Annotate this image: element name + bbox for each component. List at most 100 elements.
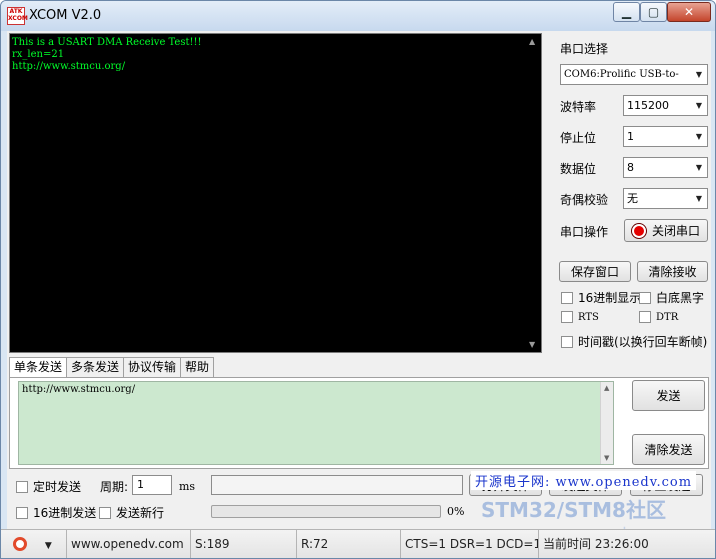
databits-combo[interactable]: 8 ▼	[623, 157, 708, 178]
receive-line: This is a USART DMA Receive Test!!!	[12, 37, 202, 48]
send-mode-tabs: 单条发送 多条发送 协议传输 帮助	[9, 357, 215, 378]
status-signals: CTS=1 DSR=1 DCD=1	[401, 530, 539, 558]
port-status-led-icon	[631, 223, 646, 238]
receive-scrollbar[interactable]: ▲ ▼	[526, 34, 541, 352]
white-bg-label: 白底黑字	[656, 291, 705, 305]
minimize-icon: ▁	[621, 5, 632, 19]
tab-multi-send[interactable]: 多条发送	[66, 357, 125, 377]
save-window-button[interactable]: 保存窗口	[559, 261, 631, 282]
tab-help[interactable]: 帮助	[180, 357, 215, 377]
checkbox-box[interactable]	[99, 506, 111, 519]
close-icon: ✕	[683, 5, 695, 19]
watermark-text: 开源电子网: www.openedv.com	[471, 471, 697, 490]
port-select-label: 串口选择	[560, 42, 609, 56]
status-sent-count: S:189	[191, 530, 297, 558]
chevron-down-icon: ▼	[691, 127, 707, 146]
chevron-down-icon: ▼	[691, 96, 707, 115]
progress-percent: 0%	[447, 505, 465, 518]
clear-send-button[interactable]: 清除发送	[632, 434, 705, 465]
clear-receive-button[interactable]: 清除接收	[637, 261, 708, 282]
parity-label: 奇偶校验	[560, 193, 609, 207]
receive-display[interactable]: This is a USART DMA Receive Test!!! rx_l…	[9, 33, 542, 353]
status-url[interactable]: www.openedv.com	[67, 530, 191, 558]
close-window-button[interactable]: ✕	[667, 2, 711, 22]
close-port-button[interactable]: 关闭串口	[624, 219, 708, 242]
port-select-value: COM6:Prolific USB-to-	[564, 69, 679, 80]
timestamp-label: 时间戳(以换行回车断帧)	[578, 335, 708, 349]
period-label: 周期:	[100, 480, 129, 494]
period-unit: ms	[179, 480, 196, 493]
single-send-pane: http://www.stmcu.org/ ▲ ▼ 发送 清除发送	[9, 377, 709, 469]
checkbox-box[interactable]	[16, 506, 28, 519]
checkbox-box[interactable]	[16, 480, 28, 493]
parity-value: 无	[627, 192, 638, 205]
send-button[interactable]: 发送	[632, 380, 705, 411]
rts-checkbox[interactable]: RTS	[561, 311, 599, 323]
period-value: 1	[137, 478, 144, 491]
app-logo-icon: ATK XCOM	[7, 7, 28, 25]
checkbox-box[interactable]	[561, 311, 573, 323]
white-bg-checkbox[interactable]: 白底黑字	[639, 289, 704, 306]
gear-icon	[13, 537, 27, 551]
send-label: 发送	[656, 389, 681, 403]
port-op-label: 串口操作	[560, 225, 609, 239]
settings-menu-button[interactable]: ▼	[1, 530, 67, 558]
hex-send-checkbox[interactable]: 16进制发送	[16, 504, 96, 521]
receive-text: This is a USART DMA Receive Test!!! rx_l…	[12, 37, 527, 73]
port-select-combo[interactable]: COM6:Prolific USB-to- ▼	[560, 64, 708, 85]
databits-value: 8	[627, 161, 634, 174]
timed-send-label: 定时发送	[33, 480, 82, 494]
send-newline-checkbox[interactable]: 发送新行	[99, 504, 164, 521]
clear-send-label: 清除发送	[644, 443, 693, 457]
timestamp-checkbox[interactable]: 时间戳(以换行回车断帧)	[561, 333, 707, 350]
tab-single-send[interactable]: 单条发送	[9, 357, 68, 378]
scroll-down-icon[interactable]: ▼	[604, 454, 609, 462]
baud-value: 115200	[627, 99, 669, 112]
send-progress-bar	[211, 505, 441, 518]
checkbox-box[interactable]	[639, 291, 651, 304]
status-received-count: R:72	[297, 530, 401, 558]
status-time: 当前时间 23:26:00	[543, 537, 649, 551]
hex-send-label: 16进制发送	[33, 506, 97, 520]
chevron-down-icon: ▼	[691, 65, 707, 84]
chevron-down-icon: ▼	[691, 158, 707, 177]
minimize-button[interactable]: ▁	[613, 2, 640, 22]
file-path-field[interactable]	[211, 475, 463, 495]
hex-display-checkbox[interactable]: 16进制显示	[561, 289, 641, 306]
receive-line: http://www.stmcu.org/	[12, 61, 126, 72]
chevron-down-icon: ▼	[691, 189, 707, 208]
period-input[interactable]: 1	[132, 475, 172, 495]
scroll-up-icon[interactable]: ▲	[529, 37, 535, 46]
parity-combo[interactable]: 无 ▼	[623, 188, 708, 209]
send-newline-label: 发送新行	[116, 506, 165, 520]
send-textarea[interactable]: http://www.stmcu.org/ ▲ ▼	[18, 381, 614, 465]
scroll-up-icon[interactable]: ▲	[604, 384, 609, 392]
checkbox-box[interactable]	[561, 291, 573, 304]
stopbits-value: 1	[627, 130, 634, 143]
checkbox-box[interactable]	[639, 311, 651, 323]
tab-protocol[interactable]: 协议传输	[123, 357, 182, 377]
baud-label: 波特率	[560, 100, 597, 114]
send-scrollbar[interactable]: ▲ ▼	[600, 382, 613, 464]
clear-receive-label: 清除接收	[648, 265, 697, 279]
title-bar: ATK XCOM XCOM V2.0 ▁ ▢ ✕	[1, 1, 715, 31]
receive-line: rx_len=21	[12, 49, 65, 60]
hex-display-label: 16进制显示	[578, 291, 642, 305]
dtr-checkbox[interactable]: DTR	[639, 311, 678, 323]
stopbits-label: 停止位	[560, 131, 597, 145]
dtr-label: DTR	[656, 311, 679, 323]
close-port-label: 关闭串口	[651, 224, 700, 238]
send-text: http://www.stmcu.org/	[22, 384, 136, 395]
stopbits-combo[interactable]: 1 ▼	[623, 126, 708, 147]
app-window: ATK XCOM XCOM V2.0 ▁ ▢ ✕ This is a USART …	[0, 0, 716, 559]
save-window-label: 保存窗口	[570, 265, 619, 279]
chevron-down-icon: ▼	[44, 541, 52, 551]
checkbox-box[interactable]	[561, 335, 573, 348]
maximize-icon: ▢	[647, 5, 660, 19]
timed-send-checkbox[interactable]: 定时发送	[16, 478, 81, 495]
watermark-logo-text: STM32/STM8社区	[481, 498, 666, 522]
baud-combo[interactable]: 115200 ▼	[623, 95, 708, 116]
window-title: XCOM V2.0	[29, 8, 102, 23]
maximize-button[interactable]: ▢	[640, 2, 667, 22]
scroll-down-icon[interactable]: ▼	[529, 340, 535, 349]
